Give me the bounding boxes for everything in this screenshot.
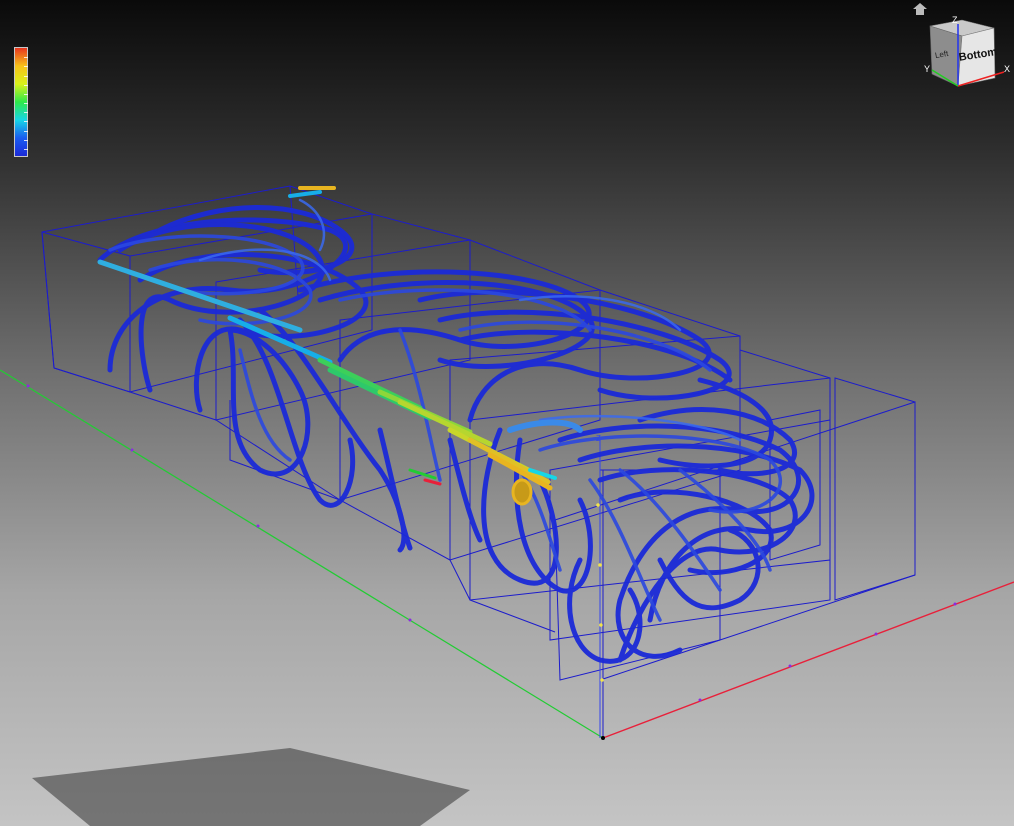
streamlines <box>97 186 815 664</box>
3d-viewport[interactable]: Z <box>0 0 1014 826</box>
viewcube-side-face[interactable] <box>929 25 963 87</box>
ground-shadow <box>32 748 470 826</box>
axis-ticks <box>26 384 957 702</box>
viewcube-axis-x: X <box>1004 64 1010 74</box>
legend-tick <box>24 75 28 77</box>
legend-tick <box>24 84 28 86</box>
legend-tick <box>24 103 28 104</box>
color-legend-bar <box>14 47 28 157</box>
x-axis-line <box>602 581 1014 739</box>
legend-tick <box>24 57 28 59</box>
legend-tick <box>24 66 28 68</box>
viewcube-front-face[interactable] <box>957 27 996 87</box>
origin-point <box>601 736 605 740</box>
legend-tick <box>24 130 28 132</box>
viewcube[interactable]: Z X Y <box>922 14 1012 94</box>
viewcube-axis-z: Z <box>952 15 958 25</box>
legend-tick <box>24 93 28 95</box>
legend-tick <box>24 121 28 123</box>
viewcube-axis-y: Y <box>924 64 930 74</box>
legend-tick <box>24 148 28 150</box>
y-axis-line <box>0 369 604 739</box>
legend-tick <box>24 112 28 114</box>
legend-tick <box>24 139 28 141</box>
